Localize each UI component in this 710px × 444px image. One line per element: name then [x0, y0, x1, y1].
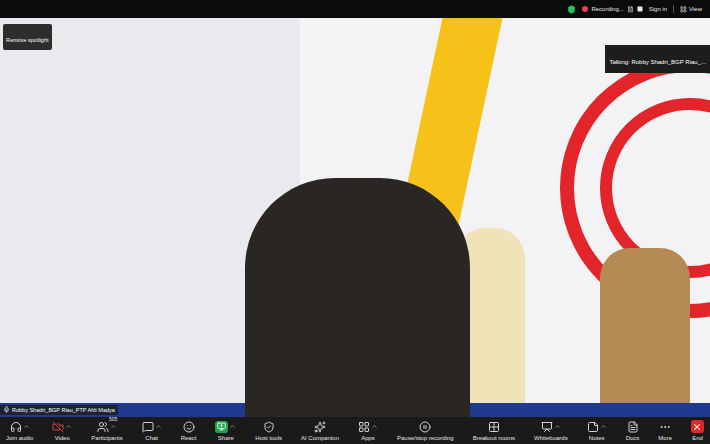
share-icon — [215, 421, 228, 433]
toolbar-label: Video — [55, 434, 70, 442]
toolbar-label: AI Companion — [301, 434, 339, 442]
view-grid-icon — [680, 6, 687, 13]
menu-caret-icon[interactable] — [554, 423, 561, 430]
toolbar-label: Host tools — [255, 434, 282, 442]
participant-name-label: Robby Shadri_BGP Riau_PTP Ahli Madya — [0, 405, 118, 415]
video-off-icon — [52, 421, 64, 433]
menu-caret-icon[interactable] — [110, 423, 117, 430]
menu-caret-icon[interactable] — [65, 423, 72, 430]
recording-indicator[interactable]: Recording... — [582, 5, 642, 14]
toolbar-label: Apps — [361, 434, 375, 442]
recording-dot-icon — [582, 6, 588, 12]
pause-icon[interactable] — [627, 6, 634, 13]
divider — [673, 5, 674, 13]
toolbar-label: Chat — [145, 434, 158, 442]
apps-icon — [358, 421, 370, 433]
toolbar-button[interactable]: Breakout rooms — [471, 420, 517, 442]
menu-caret-icon[interactable] — [600, 423, 607, 430]
toolbar-button[interactable]: Video — [50, 420, 74, 442]
toolbar-button[interactable]: Docs — [624, 420, 642, 442]
breakout-icon — [488, 421, 500, 433]
toolbar-label: Docs — [626, 434, 640, 442]
recording-status: Recording... — [591, 5, 623, 14]
docs-icon — [627, 421, 639, 433]
toolbar-label: Breakout rooms — [473, 434, 515, 442]
toolbar-button[interactable]: Whiteboards — [532, 420, 570, 442]
toolbar-button[interactable]: React — [179, 420, 199, 442]
chat-icon — [142, 421, 154, 433]
toolbar-button[interactable]: 505 Participants — [89, 420, 124, 442]
participant-count: 505 — [109, 417, 117, 422]
shield-icon — [263, 421, 275, 433]
talking-indicator: Talking: Robby Shadri_BGP Riau_... — [605, 45, 710, 73]
headphones-icon — [10, 421, 22, 433]
end-icon — [691, 420, 704, 433]
meeting-toolbar: Join audio Video 505 Participants Chat React S… — [0, 417, 710, 444]
react-icon — [183, 421, 195, 433]
toolbar-button[interactable]: More — [656, 420, 674, 442]
menu-caret-icon[interactable] — [23, 423, 30, 430]
video-picture — [0, 18, 710, 417]
top-bar: Recording... Sign in View — [0, 0, 710, 18]
menu-caret-icon[interactable] — [371, 423, 378, 430]
stop-icon[interactable] — [637, 6, 643, 12]
sign-in-link[interactable]: Sign in — [649, 5, 667, 14]
toolbar-button[interactable]: Chat — [140, 420, 164, 442]
toolbar-label: React — [181, 434, 197, 442]
toolbar-label: Share — [218, 434, 234, 442]
toolbar-label: Whiteboards — [534, 434, 568, 442]
toolbar-button[interactable]: Join audio — [4, 420, 35, 442]
toolbar-label: Participants — [91, 434, 122, 442]
encryption-shield-icon[interactable] — [567, 5, 576, 14]
video-frame: Remove spotlight Talking: Robby Shadri_BG… — [0, 18, 710, 417]
zoom-window: Recording... Sign in View Remove spotlight T… — [0, 0, 710, 444]
participants-icon — [97, 421, 109, 433]
toolbar-button[interactable]: End — [689, 420, 706, 442]
remove-spotlight-button[interactable]: Remove spotlight — [3, 24, 52, 50]
notes-icon — [587, 421, 599, 433]
toolbar-button[interactable]: AI Companion — [299, 420, 341, 442]
toolbar-label: End — [692, 434, 703, 442]
menu-caret-icon[interactable] — [229, 423, 236, 430]
mic-icon — [3, 406, 10, 413]
toolbar-label: Notes — [589, 434, 605, 442]
toolbar-button[interactable]: Share — [213, 420, 238, 442]
toolbar-button[interactable]: Host tools — [253, 420, 284, 442]
toolbar-label: More — [658, 434, 672, 442]
toolbar-label: Pause/stop recording — [397, 434, 454, 442]
whiteboard-icon — [541, 421, 553, 433]
toolbar-button[interactable]: Apps — [356, 420, 380, 442]
pause-icon — [419, 421, 431, 433]
sparkles-icon — [314, 421, 326, 433]
menu-caret-icon[interactable] — [155, 423, 162, 430]
toolbar-button[interactable]: Notes — [585, 420, 609, 442]
more-icon — [659, 421, 671, 433]
toolbar-label: Join audio — [6, 434, 33, 442]
view-button[interactable]: View — [680, 5, 702, 14]
toolbar-button[interactable]: Pause/stop recording — [395, 420, 456, 442]
